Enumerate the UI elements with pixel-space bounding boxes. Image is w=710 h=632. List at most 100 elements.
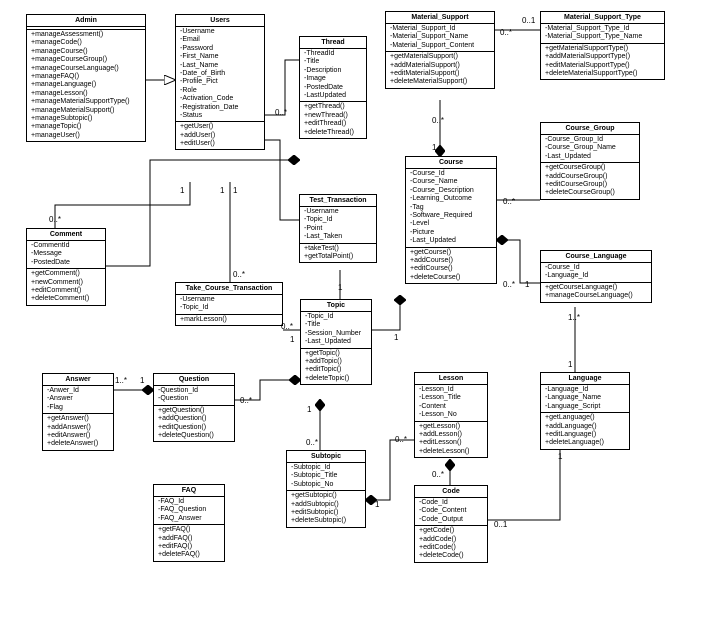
class-ops-comment: +getComment()+newComment()+editComment()… [27, 269, 105, 305]
class-name: Users [176, 15, 264, 27]
mult: 1 [375, 500, 379, 509]
class-ops-lesson: +getLesson()+addLesson()+editLesson()+de… [415, 422, 487, 458]
mult: 0..* [240, 396, 252, 405]
class-name: Course [406, 157, 496, 169]
class-name: Material_Support [386, 12, 494, 24]
class-name: Thread [300, 37, 366, 49]
class-ops-ms: +getMaterialSupport()+addMaterialSupport… [386, 52, 494, 88]
class-name: Course_Group [541, 123, 639, 135]
class-attrs-answer: -Anwer_Id-Answer-Flag [43, 386, 113, 414]
class-ops-lang: +getLanguage()+addLanguage()+editLanguag… [541, 413, 629, 449]
class-ops-subtopic: +getSubtopic()+addSubtopic()+editSubtopi… [287, 491, 365, 527]
class-language: Language -Language_Id-Language_Name-Lang… [540, 372, 630, 450]
mult: 1 [307, 405, 311, 414]
mult: 1..* [568, 313, 580, 322]
class-name: Material_Support_Type [541, 12, 664, 24]
class-ops-mst: +getMaterialSupportType()+addMaterialSup… [541, 44, 664, 80]
class-ops-cl: +getCourseLanguage()+manageCourseLanguag… [541, 283, 651, 302]
mult: 0..* [49, 215, 61, 224]
class-attrs-ms: -Material_Support_Id-Material_Support_Na… [386, 24, 494, 52]
class-materialsupporttype: Material_Support_Type -Material_Support_… [540, 11, 665, 80]
class-attrs-tt: -Username-Topic_Id-Point-Last_Taken [300, 207, 376, 244]
class-ops-answer: +getAnswer()+addAnswer()+editAnswer()+de… [43, 414, 113, 450]
class-question: Question -Question_Id-Question +getQuest… [153, 373, 235, 442]
class-attrs-mst: -Material_Support_Type_Id-Material_Suppo… [541, 24, 664, 44]
mult: 1 [432, 143, 436, 152]
class-answer: Answer -Anwer_Id-Answer-Flag +getAnswer(… [42, 373, 114, 451]
class-name: Question [154, 374, 234, 386]
class-ops-faq: +getFAQ()+addFAQ()+editFAQ()+deleteFAQ() [154, 525, 224, 561]
mult: 0..* [503, 280, 515, 289]
class-attrs-faq: -FAQ_Id-FAQ_Question-FAQ_Answer [154, 497, 224, 525]
mult: 1 [525, 280, 529, 289]
class-ops-tct: +markLesson() [176, 315, 282, 325]
mult: 0..* [432, 116, 444, 125]
class-attrs-users: -Username-Email-Password-First_Name-Last… [176, 27, 264, 122]
class-ops-admin: +manageAssessment()+manageCode()+manageC… [27, 30, 145, 141]
mult: 0..* [275, 108, 287, 117]
class-name: Course_Language [541, 251, 651, 263]
class-ops-thread: +getThread()+newThread()+editThread()+de… [300, 102, 366, 138]
class-faq: FAQ -FAQ_Id-FAQ_Question-FAQ_Answer +get… [153, 484, 225, 562]
class-takecourse: Take_Course_Transaction -Username-Topic_… [175, 282, 283, 326]
class-coursegroup: Course_Group -Course_Group_Id-Course_Gro… [540, 122, 640, 200]
class-comment: Comment -CommentId-Message-PostedDate +g… [26, 228, 106, 306]
class-ops-users: +getUser()+addUser()+editUser() [176, 122, 264, 149]
mult: 1 [394, 333, 398, 342]
class-attrs-tct: -Username-Topic_Id [176, 295, 282, 315]
class-testtransaction: Test_Transaction -Username-Topic_Id-Poin… [299, 194, 377, 263]
class-lesson: Lesson -Lesson_Id-Lesson_Title-Content-L… [414, 372, 488, 458]
class-ops-topic: +getTopic()+addTopic()+editTopic()+delet… [301, 349, 371, 385]
class-name: Subtopic [287, 451, 365, 463]
class-name: Topic [301, 300, 371, 312]
mult: 1 [290, 335, 294, 344]
class-subtopic: Subtopic -Subtopic_Id-Subtopic_Title-Sub… [286, 450, 366, 528]
class-attrs-question: -Question_Id-Question [154, 386, 234, 406]
class-attrs-comment: -CommentId-Message-PostedDate [27, 241, 105, 269]
class-ops-course: +getCourse()+addCourse()+editCourse()+de… [406, 248, 496, 284]
class-attrs-cg: -Course_Group_Id-Course_Group_Name-Last_… [541, 135, 639, 163]
class-attrs-subtopic: -Subtopic_Id-Subtopic_Title-Subtopic_No [287, 463, 365, 491]
mult: 1 [568, 360, 572, 369]
class-course: Course -Course_Id-Course_Name-Course_Des… [405, 156, 497, 284]
class-name: Take_Course_Transaction [176, 283, 282, 295]
class-topic: Topic -Topic_Id-Title-Session_Number-Las… [300, 299, 372, 385]
class-name: Lesson [415, 373, 487, 385]
class-attrs-lang: -Language_Id-Language_Name-Language_Scri… [541, 385, 629, 413]
mult: 0..* [306, 438, 318, 447]
class-ops-cg: +getCourseGroup()+addCourseGroup()+editC… [541, 163, 639, 199]
class-attrs-topic: -Topic_Id-Title-Session_Number-Last_Upda… [301, 312, 371, 349]
class-ops-code: +getCode()+addCode()+editCode()+deleteCo… [415, 526, 487, 562]
class-courselanguage: Course_Language -Course_Id-Language_Id +… [540, 250, 652, 303]
mult: 0..* [281, 322, 293, 331]
mult: 0..* [503, 197, 515, 206]
mult: 1 [140, 376, 144, 385]
class-attrs-cl: -Course_Id-Language_Id [541, 263, 651, 283]
class-name: Comment [27, 229, 105, 241]
class-ops-tt: +takeTest()+getTotalPoint() [300, 244, 376, 263]
mult: 0..* [233, 270, 245, 279]
mult: 1 [220, 186, 224, 195]
class-attrs-lesson: -Lesson_Id-Lesson_Title-Content-Lesson_N… [415, 385, 487, 422]
class-ops-question: +getQuestion()+addQuestion()+editQuestio… [154, 406, 234, 442]
mult: 1 [233, 186, 237, 195]
class-name: Language [541, 373, 629, 385]
class-name: Admin [27, 15, 145, 27]
class-thread: Thread -ThreadId-Title-Description-Image… [299, 36, 367, 139]
mult: 0..* [500, 28, 512, 37]
mult: 1 [558, 452, 562, 461]
class-code: Code -Code_Id-Code_Content-Code_Output +… [414, 485, 488, 563]
mult: 1 [180, 186, 184, 195]
class-attrs-thread: -ThreadId-Title-Description-Image-Posted… [300, 49, 366, 102]
class-attrs-code: -Code_Id-Code_Content-Code_Output [415, 498, 487, 526]
class-name: Test_Transaction [300, 195, 376, 207]
mult: 1..* [115, 376, 127, 385]
class-name: Answer [43, 374, 113, 386]
mult: 0..1 [494, 520, 507, 529]
class-name: Code [415, 486, 487, 498]
mult: 1 [338, 283, 342, 292]
class-admin: Admin +manageAssessment()+manageCode()+m… [26, 14, 146, 142]
class-name: FAQ [154, 485, 224, 497]
class-attrs-course: -Course_Id-Course_Name-Course_Descriptio… [406, 169, 496, 248]
mult: 0..* [395, 435, 407, 444]
